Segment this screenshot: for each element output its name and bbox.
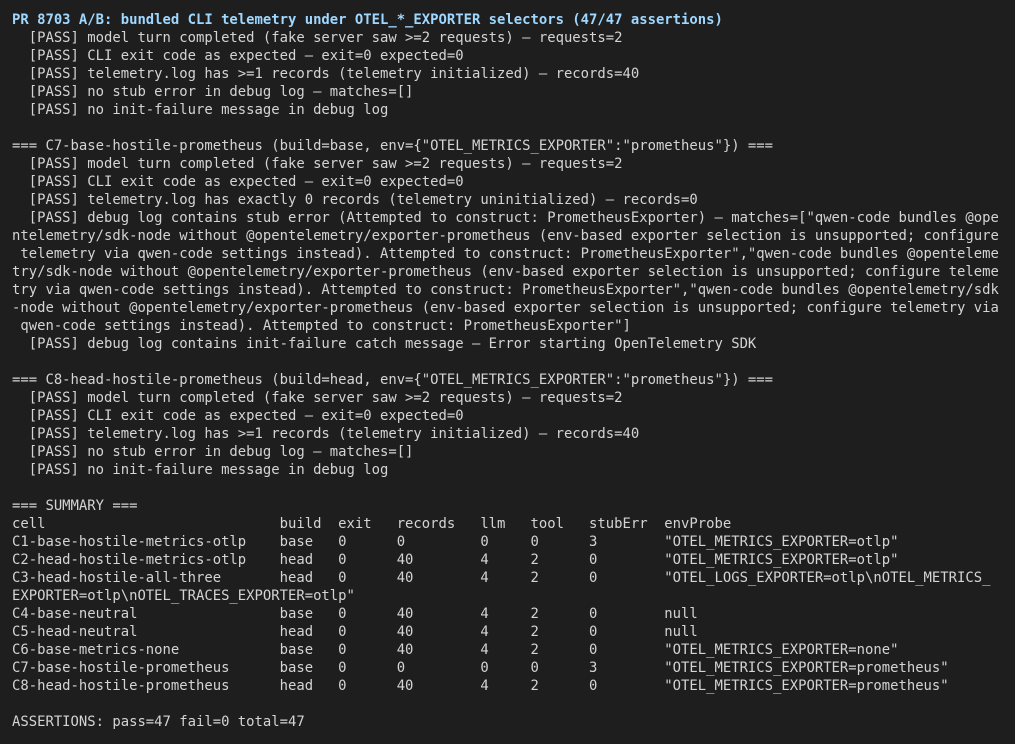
output-line: [PASS] CLI exit code as expected — exit=…: [12, 48, 464, 64]
output-line: C2-head-hostile-metrics-otlp head 0 40 4…: [12, 552, 899, 568]
output-line: [PASS] model turn completed (fake server…: [12, 156, 623, 172]
output-line: [PASS] CLI exit code as expected — exit=…: [12, 408, 464, 424]
output-line: === SUMMARY ===: [12, 498, 138, 514]
output-line: C6-base-metrics-none base 0 40 4 2 0 "OT…: [12, 642, 899, 658]
output-line: [PASS] debug log contains init-failure c…: [12, 336, 757, 352]
output-line: [PASS] model turn completed (fake server…: [12, 30, 623, 46]
output-line: ntelemetry/sdk-node without @opentelemet…: [12, 228, 999, 244]
output-line: [PASS] no stub error in debug log — matc…: [12, 84, 414, 100]
output-line: [PASS] debug log contains stub error (At…: [12, 210, 999, 226]
output-line: C8-head-hostile-prometheus head 0 40 4 2…: [12, 678, 949, 694]
output-line: try/sdk-node without @opentelemetry/expo…: [12, 264, 999, 280]
output-line: [PASS] telemetry.log has >=1 records (te…: [12, 66, 640, 82]
output-line: cell build exit records llm tool stubErr…: [12, 516, 732, 532]
output-line: -node without @opentelemetry/exporter-pr…: [12, 300, 999, 316]
output-line: [PASS] telemetry.log has >=1 records (te…: [12, 426, 640, 442]
terminal-output: PR 8703 A/B: bundled CLI telemetry under…: [0, 0, 1015, 744]
output-line: [PASS] no init-failure message in debug …: [12, 102, 389, 118]
output-line: C4-base-neutral base 0 40 4 2 0 null: [12, 606, 698, 622]
output-lines: [PASS] model turn completed (fake server…: [12, 29, 1015, 731]
output-line: C5-head-neutral head 0 40 4 2 0 null: [12, 624, 698, 640]
output-line: ASSERTIONS: pass=47 fail=0 total=47: [12, 714, 305, 730]
output-line: [PASS] telemetry.log has exactly 0 recor…: [12, 192, 698, 208]
report-title: PR 8703 A/B: bundled CLI telemetry under…: [12, 12, 723, 28]
output-line: [PASS] model turn completed (fake server…: [12, 390, 623, 406]
output-line: === C8-head-hostile-prometheus (build=he…: [12, 372, 774, 388]
output-line: telemetry via qwen-code settings instead…: [12, 246, 999, 262]
output-line: try via qwen-code settings instead). Att…: [12, 282, 999, 298]
output-line: [PASS] no init-failure message in debug …: [12, 462, 389, 478]
output-line: qwen-code settings instead). Attempted t…: [12, 318, 631, 334]
output-line: === C7-base-hostile-prometheus (build=ba…: [12, 138, 774, 154]
output-line: C7-base-hostile-prometheus base 0 0 0 0 …: [12, 660, 949, 676]
output-line: [PASS] no stub error in debug log — matc…: [12, 444, 414, 460]
output-line: EXPORTER=otlp\nOTEL_TRACES_EXPORTER=otlp…: [12, 588, 355, 604]
output-line: C3-head-hostile-all-three head 0 40 4 2 …: [12, 570, 991, 586]
output-line: C1-base-hostile-metrics-otlp base 0 0 0 …: [12, 534, 899, 550]
output-line: [PASS] CLI exit code as expected — exit=…: [12, 174, 464, 190]
